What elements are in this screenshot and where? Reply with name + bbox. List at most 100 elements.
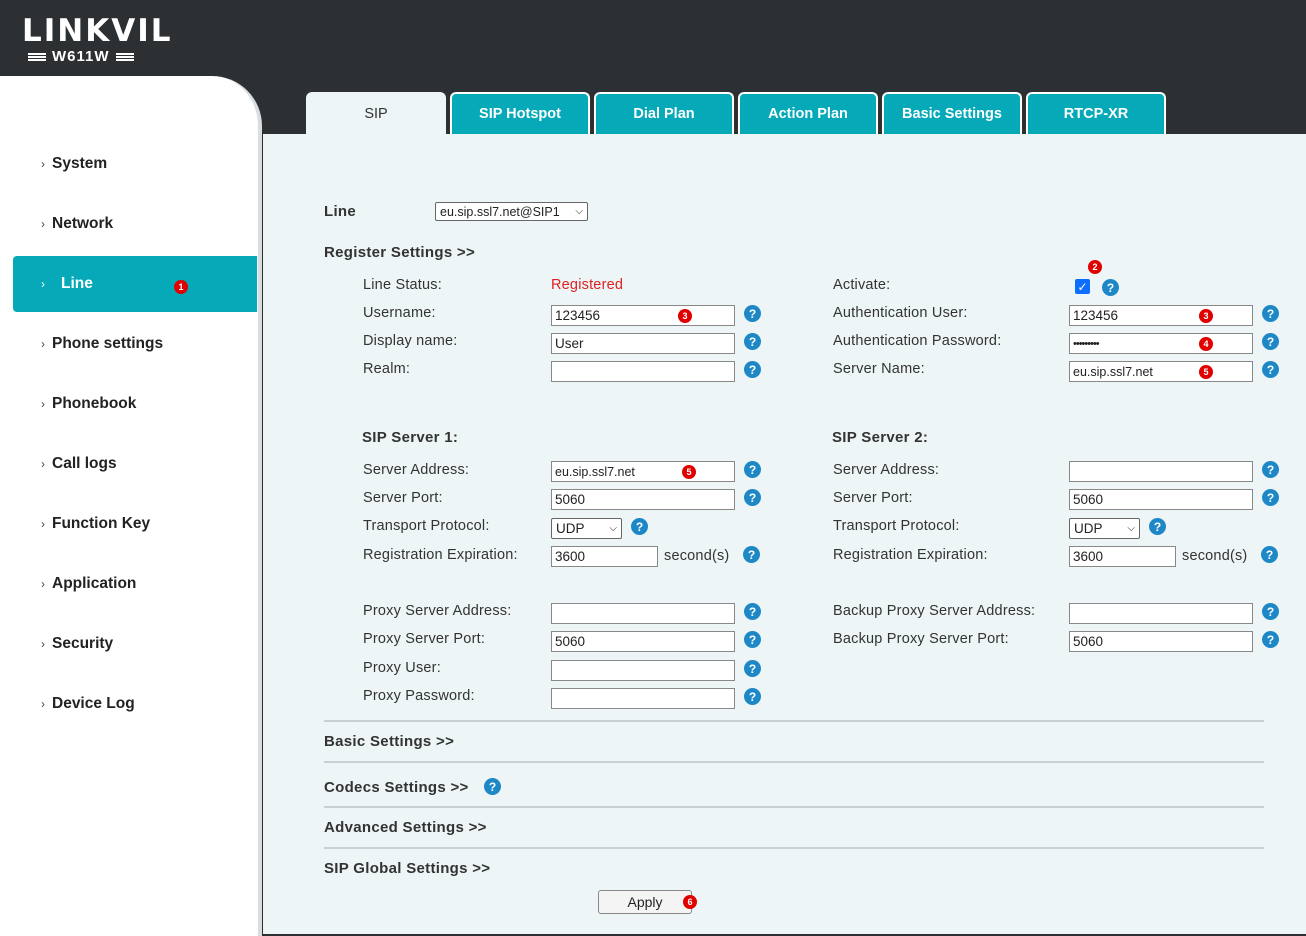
server1-expiration-input[interactable]: [551, 546, 658, 567]
logo-bars-left: [28, 52, 46, 61]
chevron-right-icon: ›: [41, 397, 45, 411]
sip-server-1-header: SIP Server 1:: [362, 429, 459, 446]
proxy-port-input[interactable]: [551, 631, 735, 652]
chevron-right-icon: ›: [41, 277, 45, 291]
sidebar-item-phone-settings[interactable]: › Phone settings: [13, 316, 257, 372]
proxy-port-label: Proxy Server Port:: [363, 631, 486, 647]
server2-transport-select[interactable]: UDP ⌵: [1069, 518, 1140, 539]
help-icon[interactable]: ?: [1149, 518, 1166, 535]
auth-password-input[interactable]: [1069, 333, 1253, 354]
line-status-value: Registered: [551, 277, 624, 293]
server2-address-input[interactable]: [1069, 461, 1253, 482]
server2-expiration-input[interactable]: [1069, 546, 1176, 567]
tab-sip[interactable]: SIP: [306, 92, 446, 134]
help-icon[interactable]: ?: [744, 660, 761, 677]
chevron-right-icon: ›: [41, 517, 45, 531]
sidebar-item-security[interactable]: › Security: [13, 616, 257, 672]
help-icon[interactable]: ?: [744, 305, 761, 322]
tab-basic-settings[interactable]: Basic Settings: [882, 92, 1022, 134]
server1-port-label: Server Port:: [363, 490, 443, 506]
tab-rtcp-xr[interactable]: RTCP-XR: [1026, 92, 1166, 134]
server2-port-input[interactable]: [1069, 489, 1253, 510]
line-status-label: Line Status:: [363, 277, 442, 293]
marker-badge-5: 5: [682, 465, 696, 479]
help-icon[interactable]: ?: [744, 489, 761, 506]
marker-badge-3: 3: [1199, 309, 1213, 323]
tab-dial-plan[interactable]: Dial Plan: [594, 92, 734, 134]
username-label: Username:: [363, 305, 436, 321]
server1-transport-select[interactable]: UDP ⌵: [551, 518, 622, 539]
server-name-input[interactable]: [1069, 361, 1253, 382]
apply-button[interactable]: Apply: [598, 890, 692, 914]
help-icon[interactable]: ?: [1261, 546, 1278, 563]
activate-label: Activate:: [833, 277, 891, 293]
server2-expiration-label: Registration Expiration:: [833, 547, 988, 563]
help-icon[interactable]: ?: [1262, 603, 1279, 620]
help-icon[interactable]: ?: [744, 361, 761, 378]
display-name-label: Display name:: [363, 333, 458, 349]
logo-bars-right: [115, 52, 134, 61]
section-divider: [324, 847, 1264, 849]
sidebar-item-device-log[interactable]: › Device Log: [13, 676, 257, 732]
sidebar-item-application[interactable]: › Application: [13, 556, 257, 612]
display-name-input[interactable]: [551, 333, 735, 354]
sidebar-item-line[interactable]: › Line: [13, 256, 257, 312]
help-icon[interactable]: ?: [1262, 361, 1279, 378]
help-icon[interactable]: ?: [744, 333, 761, 350]
chevron-down-icon: ⌵: [1127, 523, 1135, 534]
brand-name: LINKVIL: [22, 13, 173, 49]
proxy-user-input[interactable]: [551, 660, 735, 681]
help-icon[interactable]: ?: [484, 778, 501, 795]
username-input[interactable]: [551, 305, 735, 326]
basic-settings-header[interactable]: Basic Settings >>: [324, 733, 454, 750]
help-icon[interactable]: ?: [631, 518, 648, 535]
help-icon[interactable]: ?: [1262, 333, 1279, 350]
server1-port-input[interactable]: [551, 489, 735, 510]
codecs-settings-header[interactable]: Codecs Settings >>: [324, 779, 469, 796]
sidebar-item-call-logs[interactable]: › Call logs: [13, 436, 257, 492]
help-icon[interactable]: ?: [1262, 631, 1279, 648]
realm-input[interactable]: [551, 361, 735, 382]
server1-address-label: Server Address:: [363, 462, 470, 478]
help-icon[interactable]: ?: [744, 603, 761, 620]
server1-address-input[interactable]: [551, 461, 735, 482]
advanced-settings-header[interactable]: Advanced Settings >>: [324, 819, 487, 836]
help-icon[interactable]: ?: [744, 688, 761, 705]
help-icon[interactable]: ?: [1102, 279, 1119, 296]
server2-transport-label: Transport Protocol:: [833, 518, 960, 534]
help-icon[interactable]: ?: [1262, 305, 1279, 322]
chevron-right-icon: ›: [41, 337, 45, 351]
proxy-password-input[interactable]: [551, 688, 735, 709]
sidebar-item-network[interactable]: › Network: [13, 196, 257, 252]
chevron-down-icon: ⌵: [609, 523, 617, 534]
sidebar-item-function-key[interactable]: › Function Key: [13, 496, 257, 552]
register-settings-header[interactable]: Register Settings >>: [324, 244, 475, 261]
help-icon[interactable]: ?: [1262, 461, 1279, 478]
sip-global-settings-header[interactable]: SIP Global Settings >>: [324, 860, 490, 877]
sidebar-item-system[interactable]: › System: [13, 136, 257, 192]
line-select[interactable]: eu.sip.ssl7.net@SIP1 ⌵: [435, 202, 588, 221]
server1-expiration-unit: second(s): [664, 548, 730, 564]
sidebar-item-phonebook[interactable]: › Phonebook: [13, 376, 257, 432]
backup-proxy-address-input[interactable]: [1069, 603, 1253, 624]
activate-checkbox[interactable]: ✓: [1075, 279, 1090, 294]
help-icon[interactable]: ?: [743, 546, 760, 563]
marker-badge-2: 2: [1088, 260, 1102, 274]
help-icon[interactable]: ?: [744, 461, 761, 478]
tab-sip-hotspot[interactable]: SIP Hotspot: [450, 92, 590, 134]
auth-password-label: Authentication Password:: [833, 333, 1002, 349]
backup-proxy-port-input[interactable]: [1069, 631, 1253, 652]
server2-port-label: Server Port:: [833, 490, 913, 506]
chevron-right-icon: ›: [41, 637, 45, 651]
help-icon[interactable]: ?: [744, 631, 761, 648]
chevron-down-icon: ⌵: [575, 206, 583, 217]
realm-label: Realm:: [363, 361, 411, 377]
proxy-address-input[interactable]: [551, 603, 735, 624]
chevron-right-icon: ›: [41, 697, 45, 711]
marker-badge-6: 6: [683, 895, 697, 909]
help-icon[interactable]: ?: [1262, 489, 1279, 506]
proxy-address-label: Proxy Server Address:: [363, 603, 512, 619]
auth-user-input[interactable]: [1069, 305, 1253, 326]
chevron-right-icon: ›: [41, 157, 45, 171]
tab-action-plan[interactable]: Action Plan: [738, 92, 878, 134]
